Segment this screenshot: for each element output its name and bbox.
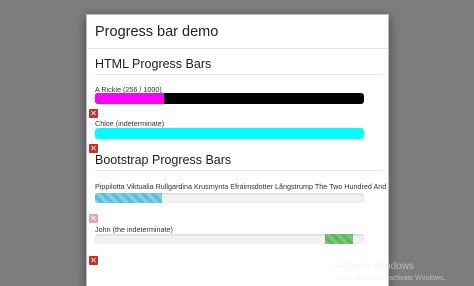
activate-windows-subtitle: Go to Settings to activate Windows. <box>335 275 446 282</box>
progress-label-john: John (the indeterminate) <box>95 225 173 234</box>
remove-pippilotta-button[interactable]: ✕ <box>89 214 98 223</box>
progress-label-pippilotta: Pippilotta Viktualia Rullgardina Krusmyn… <box>95 182 387 191</box>
close-icon: ✕ <box>90 256 97 265</box>
progress-fill-chloe <box>95 128 364 139</box>
progress-bar-rickie <box>95 93 364 104</box>
progress-bar-chloe <box>95 128 364 139</box>
progress-fill-rickie <box>95 93 164 104</box>
progress-fill-john <box>325 234 353 244</box>
html-progress-section-title: HTML Progress Bars <box>95 57 382 75</box>
close-icon: ✕ <box>90 144 97 153</box>
dialog-title: Progress bar demo <box>95 24 219 40</box>
progress-label-chloe: Chloe (indeterminate) <box>95 119 165 128</box>
progress-dialog: Progress bar demo HTML Progress Bars A R… <box>86 14 389 286</box>
bootstrap-progress-section-title: Bootstrap Progress Bars <box>95 153 382 171</box>
remove-chloe-button[interactable]: ✕ <box>89 144 98 153</box>
dialog-header: Progress bar demo <box>87 15 388 49</box>
remove-john-button[interactable]: ✕ <box>89 256 98 265</box>
close-icon: ✕ <box>90 214 97 223</box>
progress-bar-pippilotta <box>95 193 364 203</box>
progress-bar-john <box>95 234 364 244</box>
progress-fill-pippilotta <box>95 193 163 203</box>
activate-windows-title: Activate Windows <box>335 261 414 272</box>
close-icon: ✕ <box>90 109 97 118</box>
remove-rickie-button[interactable]: ✕ <box>89 109 98 118</box>
